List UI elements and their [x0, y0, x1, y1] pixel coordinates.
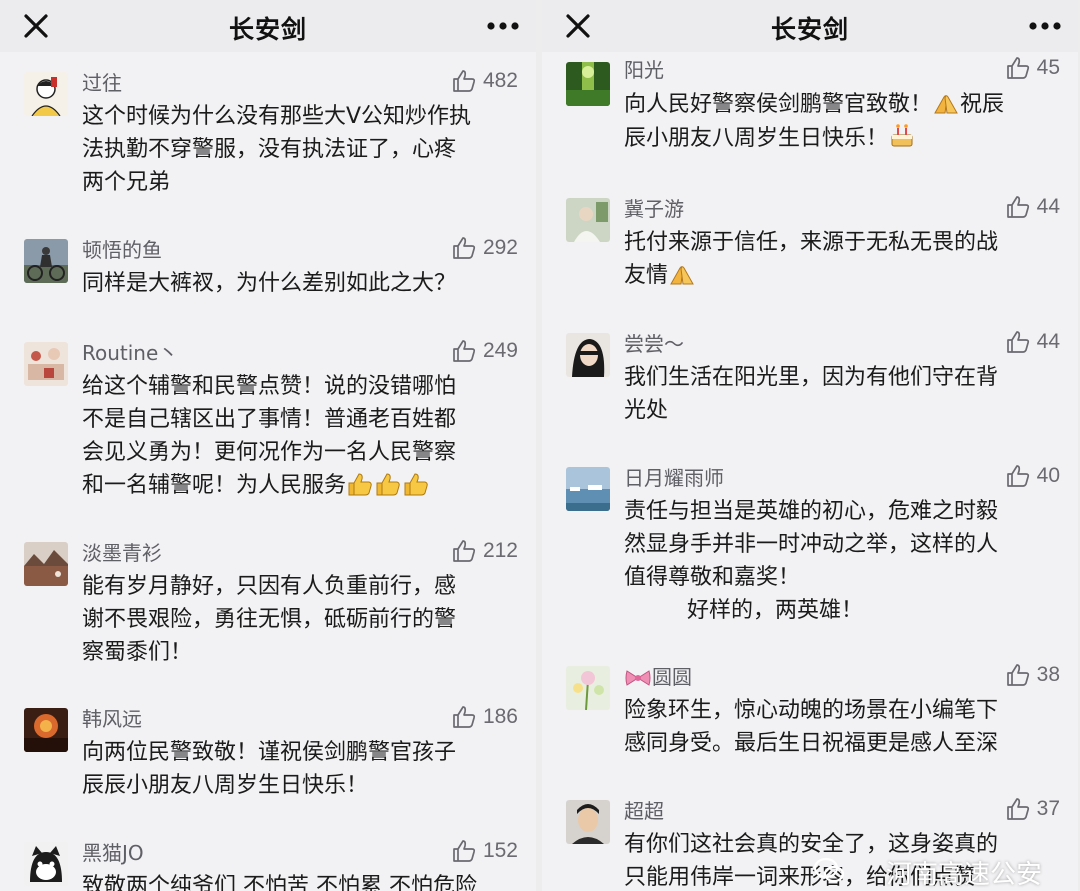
comment-text: 险象环生，惊心动魄的场景在小编笔下 感同身受。最后生日祝福更是感人至深	[624, 698, 999, 756]
thumbs-up-icon	[1006, 196, 1029, 218]
like-button[interactable]: 212	[451, 536, 518, 566]
comment-author[interactable]: 顿悟的鱼	[82, 234, 162, 263]
comment-author[interactable]: Routine丶	[82, 337, 178, 366]
comment-author[interactable]: 日月耀雨师	[624, 462, 724, 491]
thumbs-up-icon	[453, 340, 476, 362]
pray-hands-emoji	[670, 266, 694, 285]
thumbs-up-emoji	[376, 473, 400, 496]
avatar[interactable]	[566, 333, 610, 377]
thumbs-up-emoji	[348, 473, 372, 496]
comment-author[interactable]: 韩风远	[82, 703, 142, 732]
like-count: 292	[482, 236, 518, 259]
more-icon	[487, 22, 519, 30]
comment-author-group[interactable]: 圆圆	[624, 661, 692, 690]
like-button[interactable]: 186	[451, 702, 518, 732]
comment-text: 向人民好警察侯剑鹏警官致敬！ 祝辰辰小朋友八周岁生日快乐！	[624, 88, 1064, 155]
thumbs-up-icon	[1006, 798, 1029, 820]
comment-author: 圆圆	[652, 665, 692, 689]
thumbs-up-icon	[453, 840, 476, 862]
avatar[interactable]	[24, 842, 68, 886]
thumbs-up-icon	[453, 706, 476, 728]
comment-text: 能有岁月静好，只因有人负重前行，感 谢不畏艰险，勇往无惧，砥砺前行的警 察蜀黍们…	[82, 574, 457, 665]
page-title: 长安剑	[228, 15, 307, 44]
avatar[interactable]	[566, 666, 610, 710]
like-button[interactable]: 482	[451, 66, 518, 96]
top-bar: 长安剑	[0, 0, 536, 52]
like-button[interactable]: 45	[1005, 53, 1060, 83]
comment-author[interactable]: 冀子游	[624, 193, 684, 222]
watermark-logo-icon	[813, 857, 845, 883]
more-button[interactable]	[486, 10, 520, 42]
like-count: 38	[1036, 663, 1060, 686]
like-button[interactable]: 40	[1005, 461, 1060, 491]
like-count: 44	[1036, 330, 1060, 353]
right-comments-screen: 长安剑 阳光 45 向人民好警察侯剑鹏警官致敬！ 祝辰 辰小朋友八周岁生日快乐！…	[542, 0, 1078, 891]
like-count: 40	[1036, 464, 1060, 487]
top-bar: 长安剑	[542, 0, 1078, 52]
avatar[interactable]	[566, 62, 610, 106]
avatar[interactable]	[566, 467, 610, 511]
avatar[interactable]	[24, 239, 68, 283]
avatar[interactable]	[24, 72, 68, 116]
avatar[interactable]	[566, 198, 610, 242]
thumbs-up-icon	[453, 540, 476, 562]
thumbs-up-icon	[1006, 57, 1029, 79]
like-count: 44	[1036, 195, 1060, 218]
avatar[interactable]	[24, 542, 68, 586]
birthday-cake-emoji	[891, 124, 913, 147]
avatar[interactable]	[566, 800, 610, 844]
thumbs-up-icon	[453, 237, 476, 259]
like-count: 45	[1036, 56, 1060, 79]
like-button[interactable]: 38	[1005, 660, 1060, 690]
thumbs-up-icon	[1006, 331, 1029, 353]
comment-text: 责任与担当是英雄的初心，危难之时毅 然显身手并非一时冲动之举，这样的人 值得尊敬…	[624, 499, 999, 623]
thumbs-up-emoji-group	[346, 471, 430, 507]
comment-text-part: 祝辰	[960, 92, 1005, 117]
like-count: 249	[482, 339, 518, 362]
like-button[interactable]: 44	[1005, 192, 1060, 222]
like-button[interactable]: 292	[451, 233, 518, 263]
comment-text-part: 向人民好警察侯剑鹏警官致敬！	[624, 92, 933, 117]
comment-text: 给这个辅警和民警点赞！说的没错哪怕 不是自己辖区出了事情！普通老百姓都 会见义勇…	[82, 370, 522, 507]
comment-author[interactable]: 超超	[624, 795, 664, 824]
like-button[interactable]: 37	[1005, 794, 1060, 824]
like-button[interactable]: 44	[1005, 327, 1060, 357]
pray-hands-emoji	[934, 95, 958, 114]
more-button[interactable]	[1028, 10, 1062, 42]
avatar[interactable]	[24, 342, 68, 386]
comment-text: 致敬两个纯爷们 不怕苦 不怕累 不怕危险	[82, 874, 477, 891]
like-count: 212	[482, 539, 518, 562]
thumbs-up-emoji	[404, 473, 428, 496]
like-count: 186	[482, 705, 518, 728]
comment-author[interactable]: 尝尝～	[624, 328, 684, 357]
comment-text-part: 辰小朋友八周岁生日快乐！	[624, 126, 889, 151]
page-title: 长安剑	[770, 15, 849, 44]
comment-text: 托付来源于信任，来源于无私无畏的战 友情	[624, 226, 1064, 292]
like-count: 37	[1036, 797, 1060, 820]
comment-text: 向两位民警致敬！谨祝侯剑鹏警官孩子 辰辰小朋友八周岁生日快乐！	[82, 740, 457, 798]
watermark-text: 河南高速公安	[885, 860, 1042, 890]
thumbs-up-icon	[453, 70, 476, 92]
left-comments-screen: 长安剑 过往 482 这个时候为什么没有那些大V公知炒作执 法执勤不穿警服，没有…	[0, 0, 536, 891]
comment-author[interactable]: 淡墨青衫	[82, 537, 162, 566]
like-count: 482	[482, 69, 518, 92]
ribbon-bow-emoji	[625, 670, 651, 686]
thumbs-up-icon	[1006, 664, 1029, 686]
like-button[interactable]: 249	[451, 336, 518, 366]
comment-author[interactable]: 黑猫JO	[82, 837, 144, 866]
more-icon	[1029, 22, 1061, 30]
comment-text: 同样是大裤衩，为什么差别如此之大？	[82, 271, 457, 296]
like-button[interactable]: 152	[451, 836, 518, 866]
avatar[interactable]	[24, 708, 68, 752]
thumbs-up-icon	[1006, 465, 1029, 487]
comment-text: 我们生活在阳光里，因为有他们守在背 光处	[624, 365, 999, 423]
comment-author[interactable]: 过往	[82, 67, 122, 96]
like-count: 152	[482, 839, 518, 862]
comment-author[interactable]: 阳光	[624, 54, 664, 83]
comment-text: 这个时候为什么没有那些大V公知炒作执 法执勤不穿警服，没有执法证了，心疼 两个兄…	[82, 104, 472, 195]
